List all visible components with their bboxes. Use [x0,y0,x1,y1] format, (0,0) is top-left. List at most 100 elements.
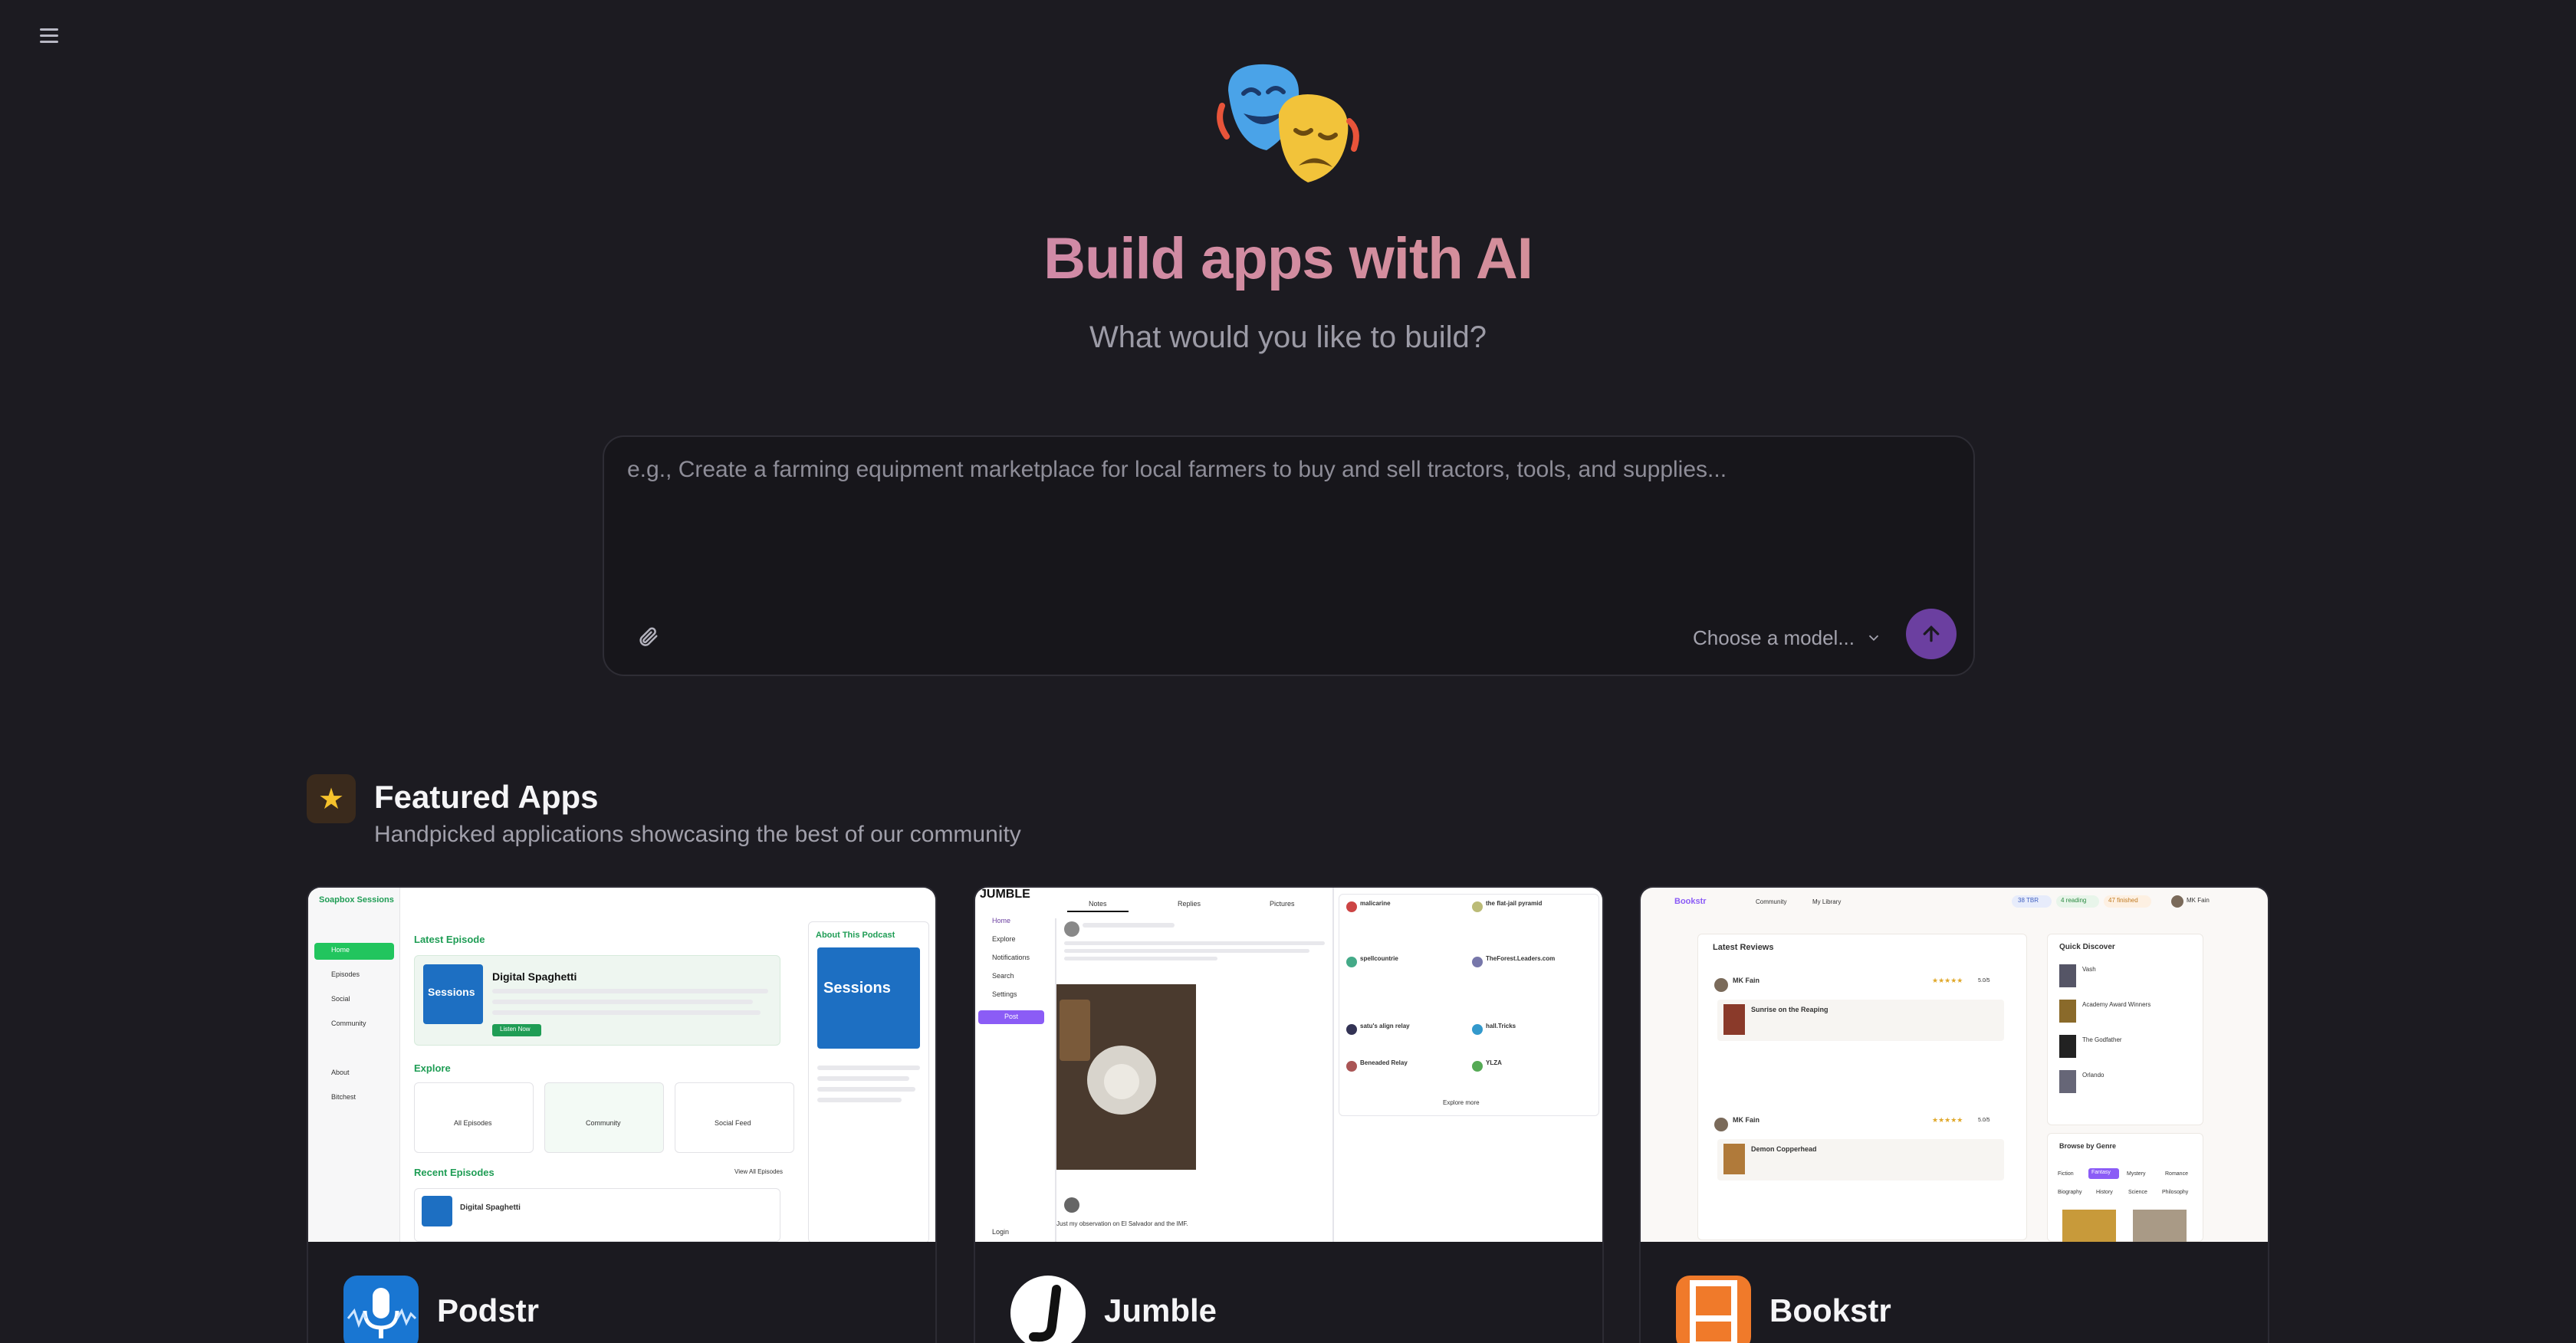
podstr-tile-label: All Episodes [454,1119,492,1127]
podstr-about-art-label: Sessions [823,980,891,997]
featured-title: Featured Apps [374,779,599,815]
podstr-explore-heading: Explore [414,1062,451,1074]
jumble-suggested-user: TheForest.Leaders.com [1486,955,1556,962]
podstr-recent-heading: Recent Episodes [414,1167,495,1178]
podstr-nav-item: Bitchest [331,1093,356,1101]
podstr-about-heading: About This Podcast [816,931,895,940]
hamburger-icon [40,34,58,37]
jumble-nav-item: Explore [992,935,1016,943]
app-screenshot: Bookstr Community My Library 38 TBR 4 re… [1641,888,2268,1242]
jumble-tab: Replies [1178,900,1201,908]
jumble-nav-item: Search [992,972,1014,980]
bookstr-discover-item: The Godfather [2082,1036,2122,1043]
bookstr-discover-item: Orlando [2082,1072,2104,1079]
bookstr-genre-chip: Philosophy [2162,1190,2189,1195]
bookstr-brand: Bookstr [1674,897,1707,906]
hero-subtitle: What would you like to build? [1089,320,1487,354]
bookstr-genre-chip: Romance [2165,1171,2188,1177]
jumble-post-text: Just my observation on El Salvador and t… [1056,1220,1188,1227]
bookstr-review-rating: 5.0/5 [1978,978,1990,983]
model-select[interactable]: Choose a model... [1693,621,1882,655]
jumble-suggested-user: hall.Tricks [1486,1023,1516,1029]
bookshelf-icon [1676,1276,1751,1343]
podstr-recent-item: Digital Spaghetti [460,1203,521,1212]
bookstr-discover-item: Academy Award Winners [2082,1001,2151,1008]
paperclip-icon [639,627,658,646]
prompt-box: Choose a model... [603,435,1975,676]
app-card-footer: Bookstr [1641,1242,2268,1343]
bookstr-nav-item: Community [1756,898,1787,905]
jumble-logo: JUMBLE [980,888,1030,901]
star-icon: ★ [307,774,356,823]
podstr-latest-heading: Latest Episode [414,934,485,945]
jumble-j-icon [1010,1276,1086,1343]
app-name: Bookstr [1769,1292,1891,1328]
hero-title: Build apps with AI [0,225,2576,292]
bookstr-genre-chip: Fiction [2058,1171,2074,1177]
podstr-episode-art-label: Sessions [428,986,475,998]
model-select-label: Choose a model... [1693,626,1855,649]
bookstr-review-book: Demon Copperhead [1751,1145,1817,1153]
bookstr-discover-item: Vash [2082,966,2096,973]
menu-button[interactable] [32,18,66,52]
podstr-nav-item: Community [331,1020,366,1027]
jumble-explore-more: Explore more [1443,1099,1480,1106]
bookstr-genre-chip: Fantasy [2091,1170,2111,1175]
podstr-nav-item: Episodes [331,970,360,978]
jumble-suggested-user: malicarine [1360,900,1391,907]
bookstr-stat: 4 reading [2061,897,2087,904]
arrow-up-icon [1923,625,1940,642]
bookstr-nav-item: My Library [1812,898,1842,905]
bookstr-user: MK Fain [2187,897,2210,904]
bookstr-genre-chip: Mystery [2127,1171,2146,1177]
attach-button[interactable] [629,618,667,656]
jumble-tab: Notes [1089,900,1107,908]
bookstr-genre-chip: Science [2128,1190,2147,1195]
jumble-suggested-user: spellcountrie [1360,955,1398,962]
bookstr-quick-discover: Quick Discover [2059,943,2115,951]
podstr-brand: Soapbox Sessions [319,895,394,905]
podstr-nav-item: Social [331,995,350,1003]
jumble-nav-item: Settings [992,990,1017,998]
podstr-nav-item: Home [331,946,350,954]
jumble-suggested-user: the flat-jail pyramid [1486,900,1543,907]
bookstr-stat: 47 finished [2108,897,2138,904]
jumble-suggested-user: YLZA [1486,1059,1502,1066]
prompt-input[interactable] [627,457,1946,587]
send-button[interactable] [1906,609,1957,659]
bookstr-review-user: MK Fain [1733,977,1760,984]
app-name: Jumble [1104,1292,1217,1328]
microphone-icon [343,1276,419,1343]
podstr-nav-item: About [331,1069,350,1076]
jumble-suggested-user: satu's align relay [1360,1023,1410,1029]
bookstr-review-user: MK Fain [1733,1116,1760,1124]
bookstr-genre-chip: Biography [2058,1190,2082,1195]
jumble-post-button: Post [1004,1013,1019,1020]
podstr-episode-title: Digital Spaghetti [492,970,577,983]
featured-subtitle: Handpicked applications showcasing the b… [374,822,1021,847]
bookstr-genre-chip: History [2096,1190,2113,1195]
performing-arts-masks-icon [1217,64,1359,182]
bookstr-browse-genre: Browse by Genre [2059,1142,2117,1150]
app-card-podstr[interactable]: Soapbox Sessions Home Episodes Social Co… [307,886,937,1343]
podstr-listen-button: Listen Now [500,1026,531,1033]
jumble-suggested-user: Beneaded Relay [1360,1059,1408,1066]
jumble-login: Login [992,1228,1010,1236]
podstr-tile-label: Social Feed [715,1119,751,1127]
bookstr-stat: 38 TBR [2018,897,2039,904]
podstr-view-all: View All Episodes [734,1168,783,1175]
app-screenshot: JUMBLE Home Explore Notifications Search… [975,888,1602,1242]
app-name: Podstr [437,1292,540,1328]
jumble-tab: Pictures [1270,900,1295,908]
jumble-nav-item: Home [992,917,1011,924]
podstr-tile-label: Community [586,1119,621,1127]
jumble-nav-item: Notifications [992,954,1030,961]
bookstr-latest-reviews: Latest Reviews [1713,943,1774,952]
app-screenshot: Soapbox Sessions Home Episodes Social Co… [308,888,935,1242]
chevron-down-icon [1868,635,1879,642]
bookstr-review-rating: 5.0/5 [1978,1118,1990,1123]
app-card-bookstr[interactable]: Bookstr Community My Library 38 TBR 4 re… [1639,886,2269,1343]
app-card-footer: Podstr [308,1242,935,1343]
app-card-jumble[interactable]: JUMBLE Home Explore Notifications Search… [974,886,1604,1343]
app-card-footer: Jumble [975,1242,1602,1343]
